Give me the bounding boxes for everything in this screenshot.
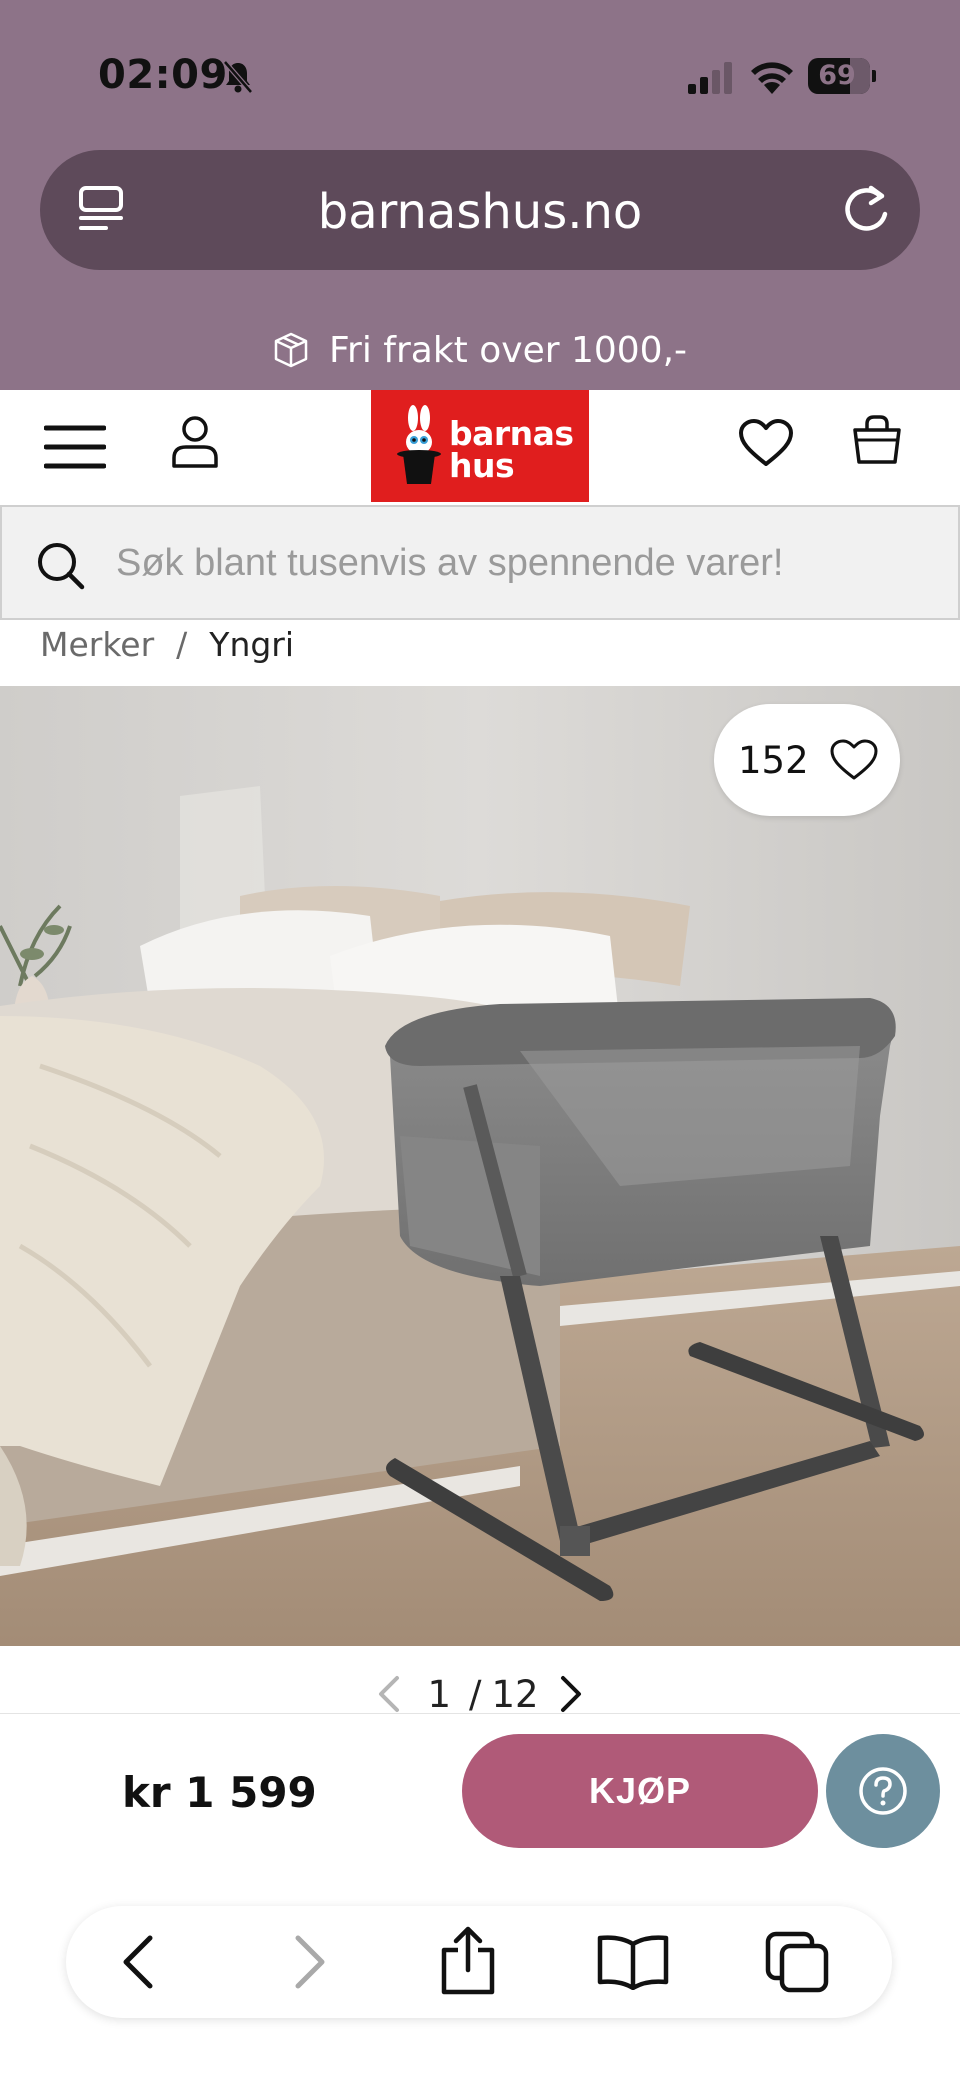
pager-total: 12: [491, 1672, 539, 1716]
heart-outline-icon[interactable]: [829, 738, 879, 782]
chevron-left-icon[interactable]: [375, 1674, 403, 1714]
heart-icon[interactable]: [738, 418, 794, 468]
reload-icon[interactable]: [840, 182, 892, 236]
like-count: 152: [738, 738, 809, 782]
battery-icon: 69: [808, 58, 876, 94]
rabbit-hat-logo-icon: [397, 405, 441, 484]
package-icon: [274, 332, 308, 368]
search-input[interactable]: [116, 533, 936, 593]
site-logo[interactable]: barnas hus: [371, 390, 589, 502]
pager-separator: /: [468, 1672, 482, 1716]
forward-icon[interactable]: [290, 1934, 330, 1990]
tabs-icon[interactable]: [764, 1930, 830, 1994]
site-header: barnas hus: [0, 390, 960, 502]
promo-text: Fri frakt over 1000,-: [328, 329, 688, 371]
bookmarks-icon[interactable]: [596, 1934, 670, 1990]
share-icon[interactable]: [438, 1926, 498, 1996]
battery-level: 69: [818, 60, 856, 91]
breadcrumb-item-merker[interactable]: Merker: [40, 625, 154, 664]
user-icon[interactable]: [170, 414, 220, 470]
shopping-bag-icon[interactable]: [852, 414, 902, 466]
bell-slash-icon: [223, 60, 253, 94]
product-image[interactable]: 152: [0, 686, 960, 1646]
browser-top-area: 02:09 69 barnashus.no Fri frakt over 100…: [0, 0, 960, 390]
pager-current: 1: [427, 1672, 451, 1716]
divider: [0, 1713, 960, 1714]
menu-icon[interactable]: [44, 422, 106, 472]
wifi-icon: [751, 62, 793, 94]
chevron-right-icon[interactable]: [557, 1674, 585, 1714]
buy-button[interactable]: KJØP: [462, 1734, 818, 1848]
breadcrumb-separator: /: [176, 624, 188, 664]
help-button[interactable]: [826, 1734, 940, 1848]
question-mark-icon: [859, 1767, 907, 1815]
signal-icon: [688, 62, 732, 94]
breadcrumb-item-current: Yngri: [209, 624, 295, 664]
back-icon[interactable]: [118, 1934, 158, 1990]
search-bar[interactable]: [0, 505, 960, 620]
wishlist-counter[interactable]: 152: [714, 704, 900, 816]
logo-text-line2: hus: [449, 446, 515, 485]
product-price: kr 1 599: [122, 1768, 317, 1817]
browser-toolbar: [66, 1906, 892, 2018]
breadcrumb: Merker / Yngri: [40, 622, 294, 666]
url-text[interactable]: barnashus.no: [40, 184, 920, 240]
product-photo: [0, 686, 960, 1646]
status-time: 02:09: [98, 52, 228, 98]
search-icon: [38, 543, 85, 590]
url-bar[interactable]: barnashus.no: [40, 150, 920, 270]
promo-banner: Fri frakt over 1000,-: [0, 325, 960, 375]
